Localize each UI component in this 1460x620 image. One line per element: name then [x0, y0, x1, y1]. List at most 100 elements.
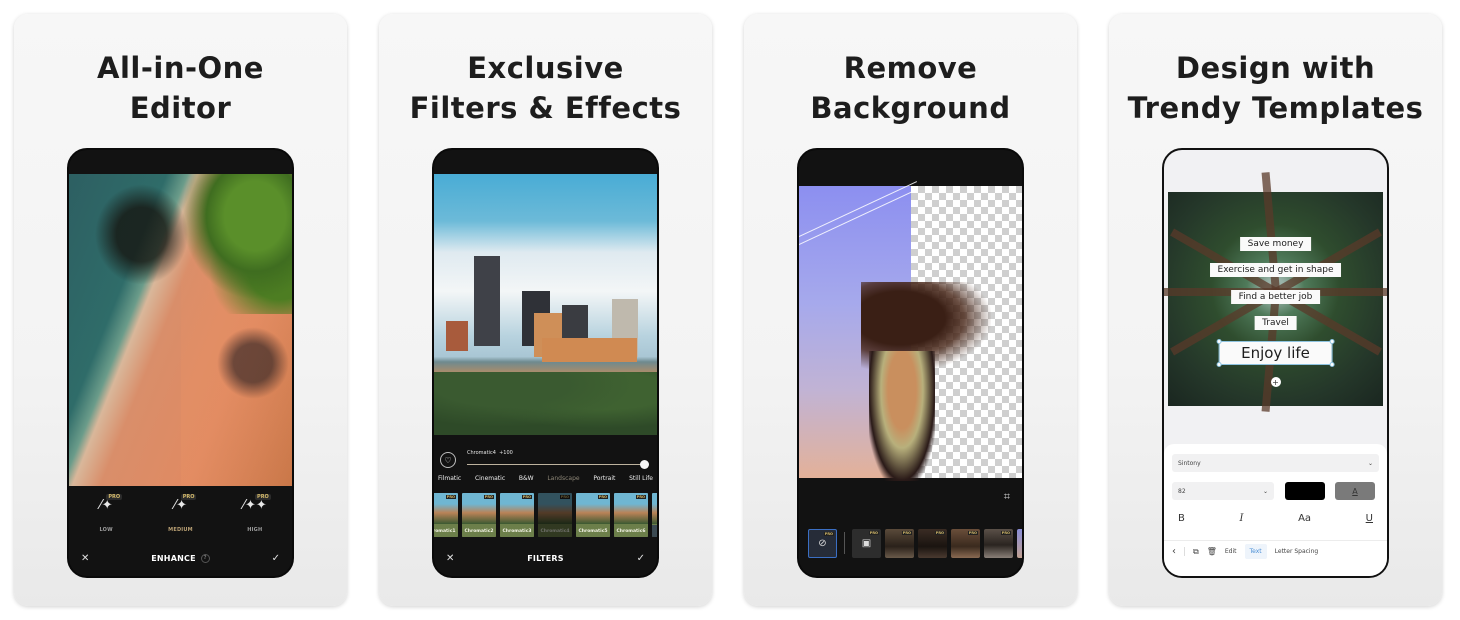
text-background-swatch[interactable]: A — [1335, 482, 1375, 500]
text-style-panel: Sintony ⌄ 82 ⌄ A B I Aa U ‹ ⧉ 🗑 Edit Tex… — [1164, 444, 1387, 576]
font-size-dropdown[interactable]: 82 ⌄ — [1172, 482, 1274, 500]
font-dropdown[interactable]: Sintony ⌄ — [1172, 454, 1379, 472]
resize-handle[interactable] — [1216, 339, 1222, 344]
card-filters-effects: Exclusive Filters & Effects ♡ Chromatic4… — [379, 14, 712, 606]
filter-thumb-label: Mo — [652, 525, 657, 537]
back-icon[interactable]: ‹ — [1172, 546, 1176, 557]
pro-badge: PRO — [255, 494, 271, 500]
chevron-down-icon: ⌄ — [1262, 487, 1268, 495]
filter-intensity-bar: ♡ Chromatic4 +100 — [434, 450, 657, 470]
close-icon[interactable]: ✕ — [446, 553, 454, 564]
tab-text[interactable]: Text — [1244, 544, 1267, 559]
tool-title: FILTERS — [527, 553, 564, 563]
tab-letter-spacing[interactable]: Letter Spacing — [1275, 548, 1319, 555]
background-thumb[interactable]: PRO — [918, 528, 947, 558]
pro-badge: PRO — [559, 495, 570, 499]
filter-thumb[interactable]: Mo — [652, 493, 657, 537]
filter-thumb-selected[interactable]: PRO Chromatic4 — [538, 493, 572, 537]
help-icon[interactable]: ? — [200, 553, 210, 563]
enhance-option-medium[interactable]: ⁄✦ PRO MEDIUM — [150, 494, 210, 538]
category-landscape[interactable]: Landscape — [547, 475, 579, 487]
pro-badge: PRO — [180, 494, 197, 500]
filter-thumb[interactable]: PRO Chromatic5 — [576, 493, 610, 537]
trees — [434, 372, 657, 435]
case-button[interactable]: Aa — [1298, 513, 1311, 524]
option-label: LOW — [99, 527, 113, 533]
card-title: Design with Trendy Templates — [1109, 48, 1442, 128]
filter-thumb[interactable]: PRO Chromatic2 — [462, 493, 496, 537]
resize-handle[interactable] — [1329, 339, 1335, 344]
text-layer[interactable]: Save money — [1239, 237, 1312, 251]
editor-bottom-bar: ✕ FILTERS ✓ — [434, 546, 657, 570]
phone-mockup: ♡ Chromatic4 +100 Filmatic Cinematic B&W… — [432, 148, 659, 578]
pro-badge: PRO — [106, 494, 123, 500]
palm-shadow — [213, 323, 292, 402]
filter-thumbnails: PRO Chromatic1 PRO Chromatic2 PRO Chromatic… — [434, 493, 657, 538]
resize-handle[interactable] — [1216, 362, 1222, 367]
text-color-swatch[interactable] — [1285, 482, 1325, 500]
pro-badge: PRO — [521, 495, 532, 499]
magic-wand-icon: ⁄✦✦ — [242, 498, 267, 513]
title-line-1: Design with — [1175, 51, 1376, 85]
category-bw[interactable]: B&W — [519, 475, 534, 487]
text-layer[interactable]: Travel — [1254, 316, 1297, 330]
filter-thumb[interactable]: PRO Chromatic1 — [434, 493, 458, 537]
category-cinematic[interactable]: Cinematic — [475, 475, 505, 487]
enhance-option-low[interactable]: ⁄✦ PRO LOW — [76, 494, 136, 538]
text-layer[interactable]: Find a better job — [1230, 290, 1321, 304]
tool-title: ENHANCE ? — [151, 553, 210, 563]
tab-edit[interactable]: Edit — [1225, 548, 1237, 555]
trash-icon[interactable]: 🗑 — [1207, 547, 1217, 556]
checkmark-icon[interactable]: ✓ — [272, 553, 280, 564]
pro-badge: PRO — [483, 495, 494, 499]
card-all-in-one-editor: All-in-One Editor ⁄✦ PRO LOW ⁄✦ PRO MEDI… — [14, 14, 347, 606]
pro-badge: PRO — [934, 530, 945, 535]
resize-handle[interactable] — [1329, 362, 1335, 367]
person-focus-icon[interactable]: ⌗ — [1004, 490, 1010, 504]
filter-name-text: Chromatic4 — [467, 450, 496, 456]
filter-thumb[interactable]: PRO Chromatic3 — [500, 493, 534, 537]
card-title: Exclusive Filters & Effects — [379, 48, 712, 128]
background-thumb[interactable]: PRO — [984, 528, 1013, 558]
font-size-value: 82 — [1178, 487, 1186, 495]
prohibited-icon: ⊘ — [818, 537, 827, 549]
background-thumb-partial[interactable] — [1017, 528, 1022, 558]
option-label: HIGH — [247, 527, 263, 533]
duplicate-icon[interactable]: ⧉ — [1193, 547, 1199, 557]
background-thumb[interactable]: PRO — [885, 528, 914, 558]
favorite-heart-icon[interactable]: ♡ — [440, 452, 456, 468]
filter-thumb-label: Chromatic6 — [614, 525, 648, 537]
text-layer-selected[interactable]: Enjoy life — [1216, 339, 1335, 367]
pro-badge: PRO — [901, 530, 912, 535]
forest-canopy-photo: Save money Exercise and get in shape Fin… — [1164, 172, 1387, 413]
title-line-2: Background — [810, 91, 1011, 125]
title-line-1: All-in-One — [97, 51, 264, 85]
filter-thumb[interactable]: PRO Chromatic6 — [614, 493, 648, 537]
intensity-slider-thumb[interactable] — [640, 460, 649, 469]
text-layer-content: Enjoy life — [1241, 344, 1310, 362]
intensity-slider-track[interactable] — [467, 464, 645, 465]
category-still-life[interactable]: Still Life — [629, 475, 653, 487]
move-handle-icon[interactable]: + — [1270, 377, 1281, 387]
pro-badge: PRO — [823, 531, 834, 536]
checkmark-icon[interactable]: ✓ — [637, 553, 645, 564]
category-portrait[interactable]: Portrait — [593, 475, 615, 487]
filter-thumb-label: Chromatic2 — [462, 525, 496, 537]
magic-wand-icon: ⁄✦ — [173, 498, 188, 513]
italic-button[interactable]: I — [1240, 513, 1244, 524]
enhance-option-high[interactable]: ⁄✦✦ PRO HIGH — [225, 494, 285, 538]
palm-shadow — [91, 180, 192, 290]
underline-button[interactable]: U — [1366, 513, 1373, 524]
no-background-option[interactable]: ⊘ PRO — [808, 528, 837, 558]
skyscraper — [474, 256, 500, 347]
category-filmatic[interactable]: Filmatic — [438, 475, 461, 487]
bold-button[interactable]: B — [1178, 513, 1185, 524]
title-line-2: Trendy Templates — [1127, 91, 1424, 125]
background-thumb[interactable]: PRO — [951, 528, 980, 558]
font-value: Sintony — [1178, 459, 1201, 467]
title-line-1: Remove — [843, 51, 978, 85]
text-layer[interactable]: Exercise and get in shape — [1209, 263, 1342, 277]
add-image-option[interactable]: ▣ PRO — [852, 528, 881, 558]
editor-bottom-bar: ✕ ENHANCE ? ✓ — [69, 546, 292, 570]
close-icon[interactable]: ✕ — [81, 553, 89, 564]
